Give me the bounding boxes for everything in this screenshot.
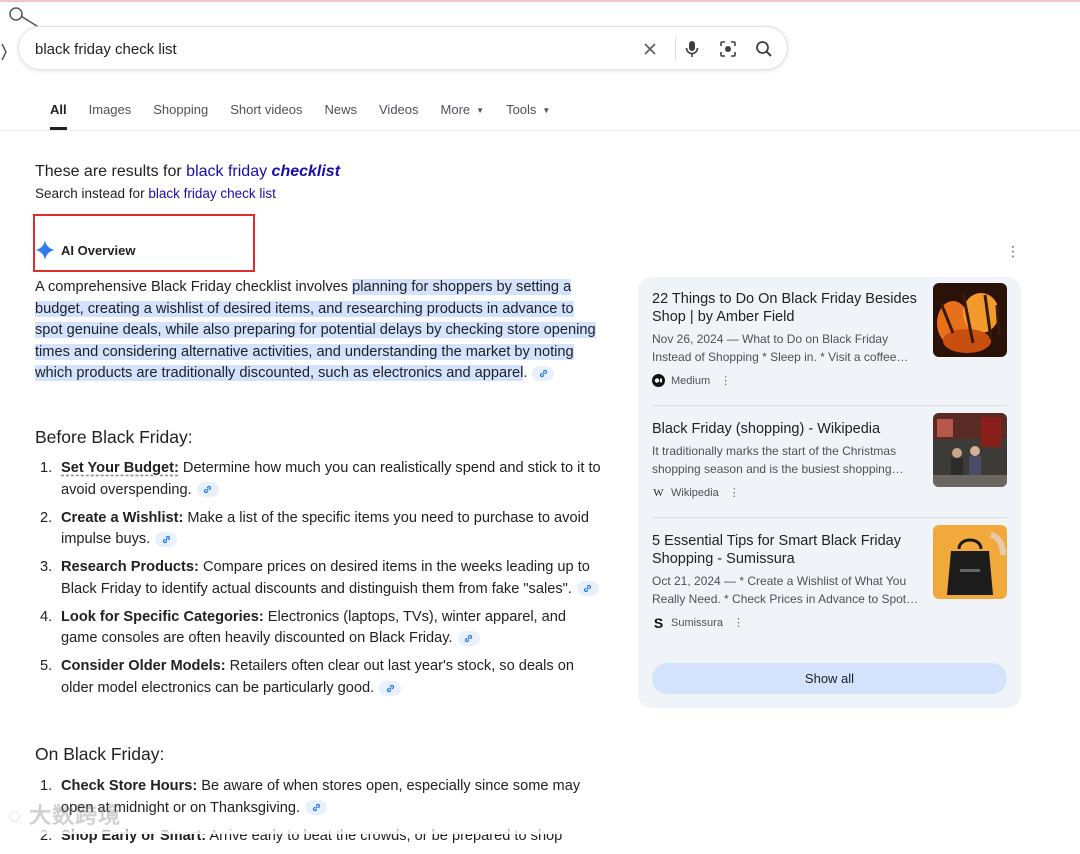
annotation-highlight-box [33,214,255,272]
source-site: W Wikipedia ⋮ [652,486,740,500]
caret-down-icon: ▼ [476,106,485,115]
tab-label: Short videos [230,102,303,117]
card-divider [652,405,1007,406]
list-number: 1. [40,778,53,794]
source-snippet: Oct 21, 2024 — * Create a Wishlist of Wh… [652,574,919,606]
search-box[interactable] [18,26,788,70]
more-options-icon[interactable]: ⋮ [733,616,744,629]
before-black-friday-list: 1. Set Your Budget: Determine how much yo… [35,458,605,706]
link-icon[interactable] [196,482,219,498]
corrected-query-link[interactable]: black friday checklist [186,163,340,180]
source-card[interactable]: 5 Essential Tips for Smart Black Friday … [652,525,1007,643]
list-item: 2. Create a Wishlist: Make a list of the … [35,508,605,551]
tab-short-videos[interactable]: Short videos [230,102,302,130]
list-item: 3. Research Products: Compare prices on d… [35,557,605,600]
search-icon[interactable] [753,38,775,60]
summary-text: A comprehensive Black Friday checklist i… [35,279,353,295]
list-item-title: Create a Wishlist: [61,509,184,526]
list-number: 5. [40,658,53,675]
wikipedia-logo-icon: W [653,486,664,499]
tab-label: Shopping [153,102,209,117]
caret-down-icon: ▼ [542,106,551,115]
more-options-icon[interactable]: ⋮ [1006,244,1020,258]
more-options-icon[interactable]: ⋮ [729,486,740,499]
corrected-query-bold: checklist [271,163,341,180]
tab-shopping[interactable]: Shopping [153,102,208,130]
sources-panel: 22 Things to Do On Black Friday Besides … [638,277,1021,708]
spelling-correction: These are results for black friday check… [35,163,340,181]
list-item: 4. Look for Specific Categories: Electron… [35,607,605,650]
tabs-divider [0,130,1080,131]
list-number: 1. [40,460,53,476]
list-number: 3. [40,559,53,576]
correction-prefix: These are results for [35,163,187,180]
source-snippet: Nov 26, 2024 — What to Do on Black Frida… [652,332,909,364]
ai-overview-summary: A comprehensive Black Friday checklist i… [35,277,605,385]
source-snippet: It traditionally marks the start of the … [652,444,904,476]
tab-all[interactable]: All [50,102,67,130]
clear-icon[interactable] [639,38,661,60]
section-heading: On Black Friday: [35,744,165,764]
camera-lens-icon[interactable] [717,38,739,60]
list-item-title: Consider Older Models: [61,658,226,675]
list-item-title: Check Store Hours: [61,778,198,794]
search-instead: Search instead for black friday check li… [35,186,276,201]
list-item: 1. Set Your Budget: Determine how much yo… [35,458,605,501]
tab-label: Tools [506,102,537,117]
source-title[interactable]: 5 Essential Tips for Smart Black Friday … [652,533,920,568]
list-item: 5. Consider Older Models: Retailers often… [35,656,605,699]
more-options-icon[interactable]: ⋮ [720,374,731,387]
microphone-icon[interactable] [681,38,703,60]
link-icon[interactable] [155,531,178,547]
source-site: Medium ⋮ [652,374,731,387]
source-thumbnail [933,525,1007,599]
top-accent-line [0,0,1080,2]
list-number: 4. [40,608,53,625]
source-thumbnail [933,283,1007,357]
source-site-name: Medium [671,374,711,387]
tab-label: Videos [379,102,419,117]
source-site: S Sumissura ⋮ [652,614,744,631]
show-all-button[interactable]: Show all [652,663,1007,694]
search-instead-link[interactable]: black friday check list [148,186,276,201]
link-icon[interactable] [576,581,599,597]
tab-news[interactable]: News [324,102,357,130]
source-thumbnail [933,413,1007,487]
card-divider [652,517,1007,518]
source-card[interactable]: Black Friday (shopping) - Wikipedia It t… [652,413,1007,521]
link-icon[interactable] [457,630,480,646]
search-divider [675,37,676,61]
link-icon[interactable] [305,800,328,816]
sumissura-logo-icon: S [653,614,664,631]
link-icon[interactable] [379,680,402,696]
tab-label: Images [88,102,132,117]
list-number: 2. [40,509,53,526]
source-title[interactable]: 22 Things to Do On Black Friday Besides … [652,291,920,326]
summary-end: . [523,365,528,382]
tab-more[interactable]: More ▼ [441,102,485,130]
source-card[interactable]: 22 Things to Do On Black Friday Besides … [652,283,1007,403]
source-site-name: Wikipedia [671,486,719,499]
search-instead-prefix: Search instead for [35,186,149,201]
tab-videos[interactable]: Videos [379,102,419,130]
tab-images[interactable]: Images [89,102,132,130]
bottom-fade [0,823,620,834]
source-site-name: Sumissura [671,616,723,629]
source-title[interactable]: Black Friday (shopping) - Wikipedia [652,421,920,439]
list-item-title: Look for Specific Categories: [61,608,264,625]
search-tabs: All Images Shopping Short videos News Vi… [50,102,572,130]
tab-label: More [440,102,471,117]
search-input[interactable] [35,37,595,61]
tab-label: All [50,102,67,117]
medium-logo-icon [652,374,665,387]
tab-label: News [324,102,357,117]
corrected-query-plain: black friday [186,163,272,180]
section-heading: Before Black Friday: [35,427,193,447]
link-icon[interactable] [532,366,555,382]
list-item-title[interactable]: Set Your Budget: [61,460,179,476]
tab-tools[interactable]: Tools ▼ [506,102,550,130]
list-item-title: Research Products: [61,559,199,576]
